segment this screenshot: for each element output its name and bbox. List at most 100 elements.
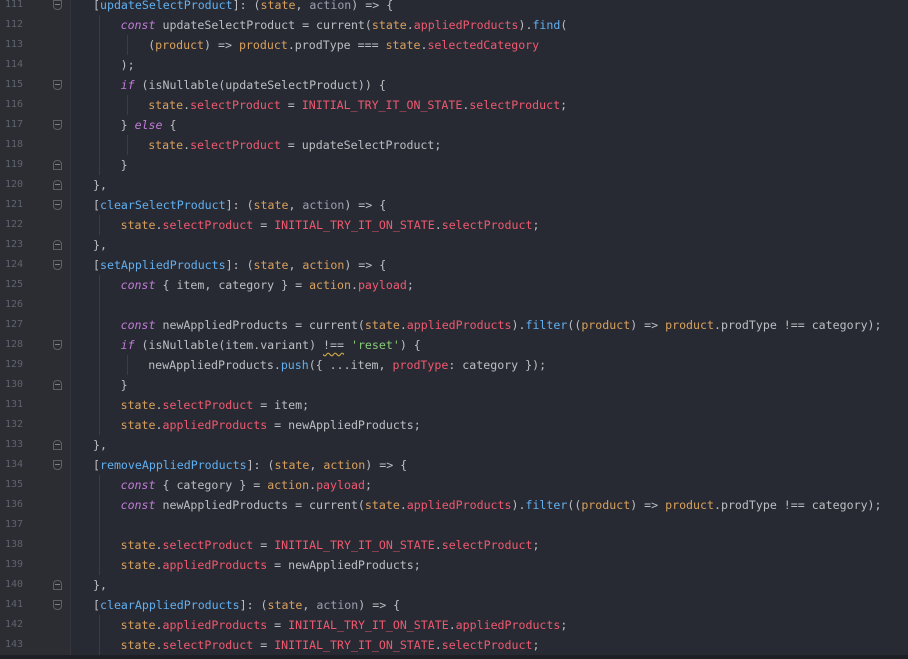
line-number[interactable]: 142: [0, 615, 23, 635]
line-number[interactable]: 111: [0, 0, 23, 15]
line-number[interactable]: 139: [0, 555, 23, 575]
code-line[interactable]: },: [71, 435, 908, 455]
line-number[interactable]: 121: [0, 195, 23, 215]
code-line[interactable]: },: [71, 575, 908, 595]
code-line[interactable]: [clearSelectProduct]: (state, action) =>…: [71, 195, 908, 215]
line-number[interactable]: 122: [0, 215, 23, 235]
code-line[interactable]: [71, 515, 908, 535]
line-number[interactable]: 128: [0, 335, 23, 355]
line-number[interactable]: 119: [0, 155, 23, 175]
code-text: [clearSelectProduct]: (state, action) =>…: [93, 195, 386, 215]
code-line[interactable]: state.appliedProducts = newAppliedProduc…: [71, 415, 908, 435]
code-line[interactable]: state.selectProduct = INITIAL_TRY_IT_ON_…: [71, 95, 908, 115]
line-number[interactable]: 141: [0, 595, 23, 615]
code-line[interactable]: }: [71, 375, 908, 395]
line-number[interactable]: 117: [0, 115, 23, 135]
line-number[interactable]: 120: [0, 175, 23, 195]
indent-guide: [99, 475, 100, 495]
line-number[interactable]: 131: [0, 395, 23, 415]
line-number[interactable]: 116: [0, 95, 23, 115]
indent-guide: [99, 115, 100, 135]
fold-collapse-icon[interactable]: [53, 460, 62, 470]
line-number[interactable]: 123: [0, 235, 23, 255]
code-token: =: [280, 98, 302, 112]
fold-end-icon[interactable]: [53, 180, 62, 190]
line-number[interactable]: 118: [0, 135, 23, 155]
code-line[interactable]: (product) => product.prodType === state.…: [71, 35, 908, 55]
line-number[interactable]: 114: [0, 55, 23, 75]
code-line[interactable]: [71, 295, 908, 315]
code-line[interactable]: state.selectProduct = INITIAL_TRY_IT_ON_…: [71, 635, 908, 655]
line-number[interactable]: 130: [0, 375, 23, 395]
code-token: ]: (: [225, 258, 254, 272]
fold-collapse-icon[interactable]: [53, 340, 62, 350]
code-line[interactable]: state.selectProduct = INITIAL_TRY_IT_ON_…: [71, 215, 908, 235]
fold-collapse-icon[interactable]: [53, 260, 62, 270]
code-line[interactable]: );: [71, 55, 908, 75]
line-number[interactable]: 112: [0, 15, 23, 35]
code-token: ;: [532, 218, 540, 232]
line-number[interactable]: 134: [0, 455, 23, 475]
code-token: }: [120, 378, 128, 392]
line-number[interactable]: 125: [0, 275, 23, 295]
code-line[interactable]: }: [71, 155, 908, 175]
line-number[interactable]: 126: [0, 295, 23, 315]
code-line[interactable]: },: [71, 235, 908, 255]
code-token: appliedProducts: [406, 498, 512, 512]
code-line[interactable]: if (isNullable(updateSelectProduct)) {: [71, 75, 908, 95]
fold-end-icon[interactable]: [53, 440, 62, 450]
code-line[interactable]: const newAppliedProducts = current(state…: [71, 315, 908, 335]
line-number[interactable]: 127: [0, 315, 23, 335]
code-line[interactable]: state.appliedProducts = newAppliedProduc…: [71, 555, 908, 575]
code-line[interactable]: const { category } = action.payload;: [71, 475, 908, 495]
fold-collapse-icon[interactable]: [53, 120, 62, 130]
line-number[interactable]: 136: [0, 495, 23, 515]
code-text: state.appliedProducts = newAppliedProduc…: [121, 415, 421, 435]
code-line[interactable]: state.selectProduct = item;: [71, 395, 908, 415]
code-line[interactable]: [clearAppliedProducts]: (state, action) …: [71, 595, 908, 615]
code-token: ]: (: [246, 458, 275, 472]
fold-collapse-icon[interactable]: [53, 80, 62, 90]
code-area[interactable]: [updateSelectProduct]: (state, action) =…: [71, 0, 908, 659]
indent-guide: [99, 35, 100, 55]
code-line[interactable]: const { item, category } = action.payloa…: [71, 275, 908, 295]
code-line[interactable]: } else {: [71, 115, 908, 135]
code-line[interactable]: const newAppliedProducts = current(state…: [71, 495, 908, 515]
fold-end-icon[interactable]: [53, 380, 62, 390]
code-line[interactable]: [removeAppliedProducts]: (state, action)…: [71, 455, 908, 475]
code-line[interactable]: state.selectProduct = INITIAL_TRY_IT_ON_…: [71, 535, 908, 555]
code-token: selectedCategory: [427, 38, 540, 52]
code-line[interactable]: newAppliedProducts.push({ ...item, prodT…: [71, 355, 908, 375]
fold-end-icon[interactable]: [53, 160, 62, 170]
line-number-gutter[interactable]: 111 112 113 114 115 116 117 118 119 120 121 122 123 1…: [0, 0, 70, 659]
code-line[interactable]: [setAppliedProducts]: (state, action) =>…: [71, 255, 908, 275]
code-line[interactable]: state.selectProduct = updateSelectProduc…: [71, 135, 908, 155]
fold-end-icon[interactable]: [53, 580, 62, 590]
fold-end-icon[interactable]: [53, 240, 62, 250]
code-token: state: [120, 538, 156, 552]
fold-collapse-icon[interactable]: [53, 600, 62, 610]
line-number[interactable]: 115: [0, 75, 23, 95]
code-text: [clearAppliedProducts]: (state, action) …: [93, 595, 400, 615]
line-number[interactable]: 133: [0, 435, 23, 455]
line-number[interactable]: 140: [0, 575, 23, 595]
line-number[interactable]: 129: [0, 355, 23, 375]
code-line[interactable]: state.appliedProducts = INITIAL_TRY_IT_O…: [71, 615, 908, 635]
line-number[interactable]: 137: [0, 515, 23, 535]
line-number[interactable]: 143: [0, 635, 23, 655]
code-line[interactable]: },: [71, 175, 908, 195]
code-line[interactable]: const updateSelectProduct = current(stat…: [71, 15, 908, 35]
code-token: newAppliedProducts = current(: [155, 318, 365, 332]
code-token: ) => {: [358, 598, 401, 612]
code-line[interactable]: if (isNullable(item.variant) !== 'reset'…: [71, 335, 908, 355]
fold-collapse-icon[interactable]: [53, 200, 62, 210]
line-number[interactable]: 138: [0, 535, 23, 555]
line-number[interactable]: 132: [0, 415, 23, 435]
code-line[interactable]: [updateSelectProduct]: (state, action) =…: [71, 0, 908, 15]
line-number[interactable]: 135: [0, 475, 23, 495]
code-editor[interactable]: 111 112 113 114 115 116 117 118 119 120 121 122 123 1…: [0, 0, 908, 659]
line-number[interactable]: 124: [0, 255, 23, 275]
line-number[interactable]: 113: [0, 35, 23, 55]
fold-collapse-icon[interactable]: [53, 0, 62, 10]
code-token: ) => {: [365, 458, 408, 472]
